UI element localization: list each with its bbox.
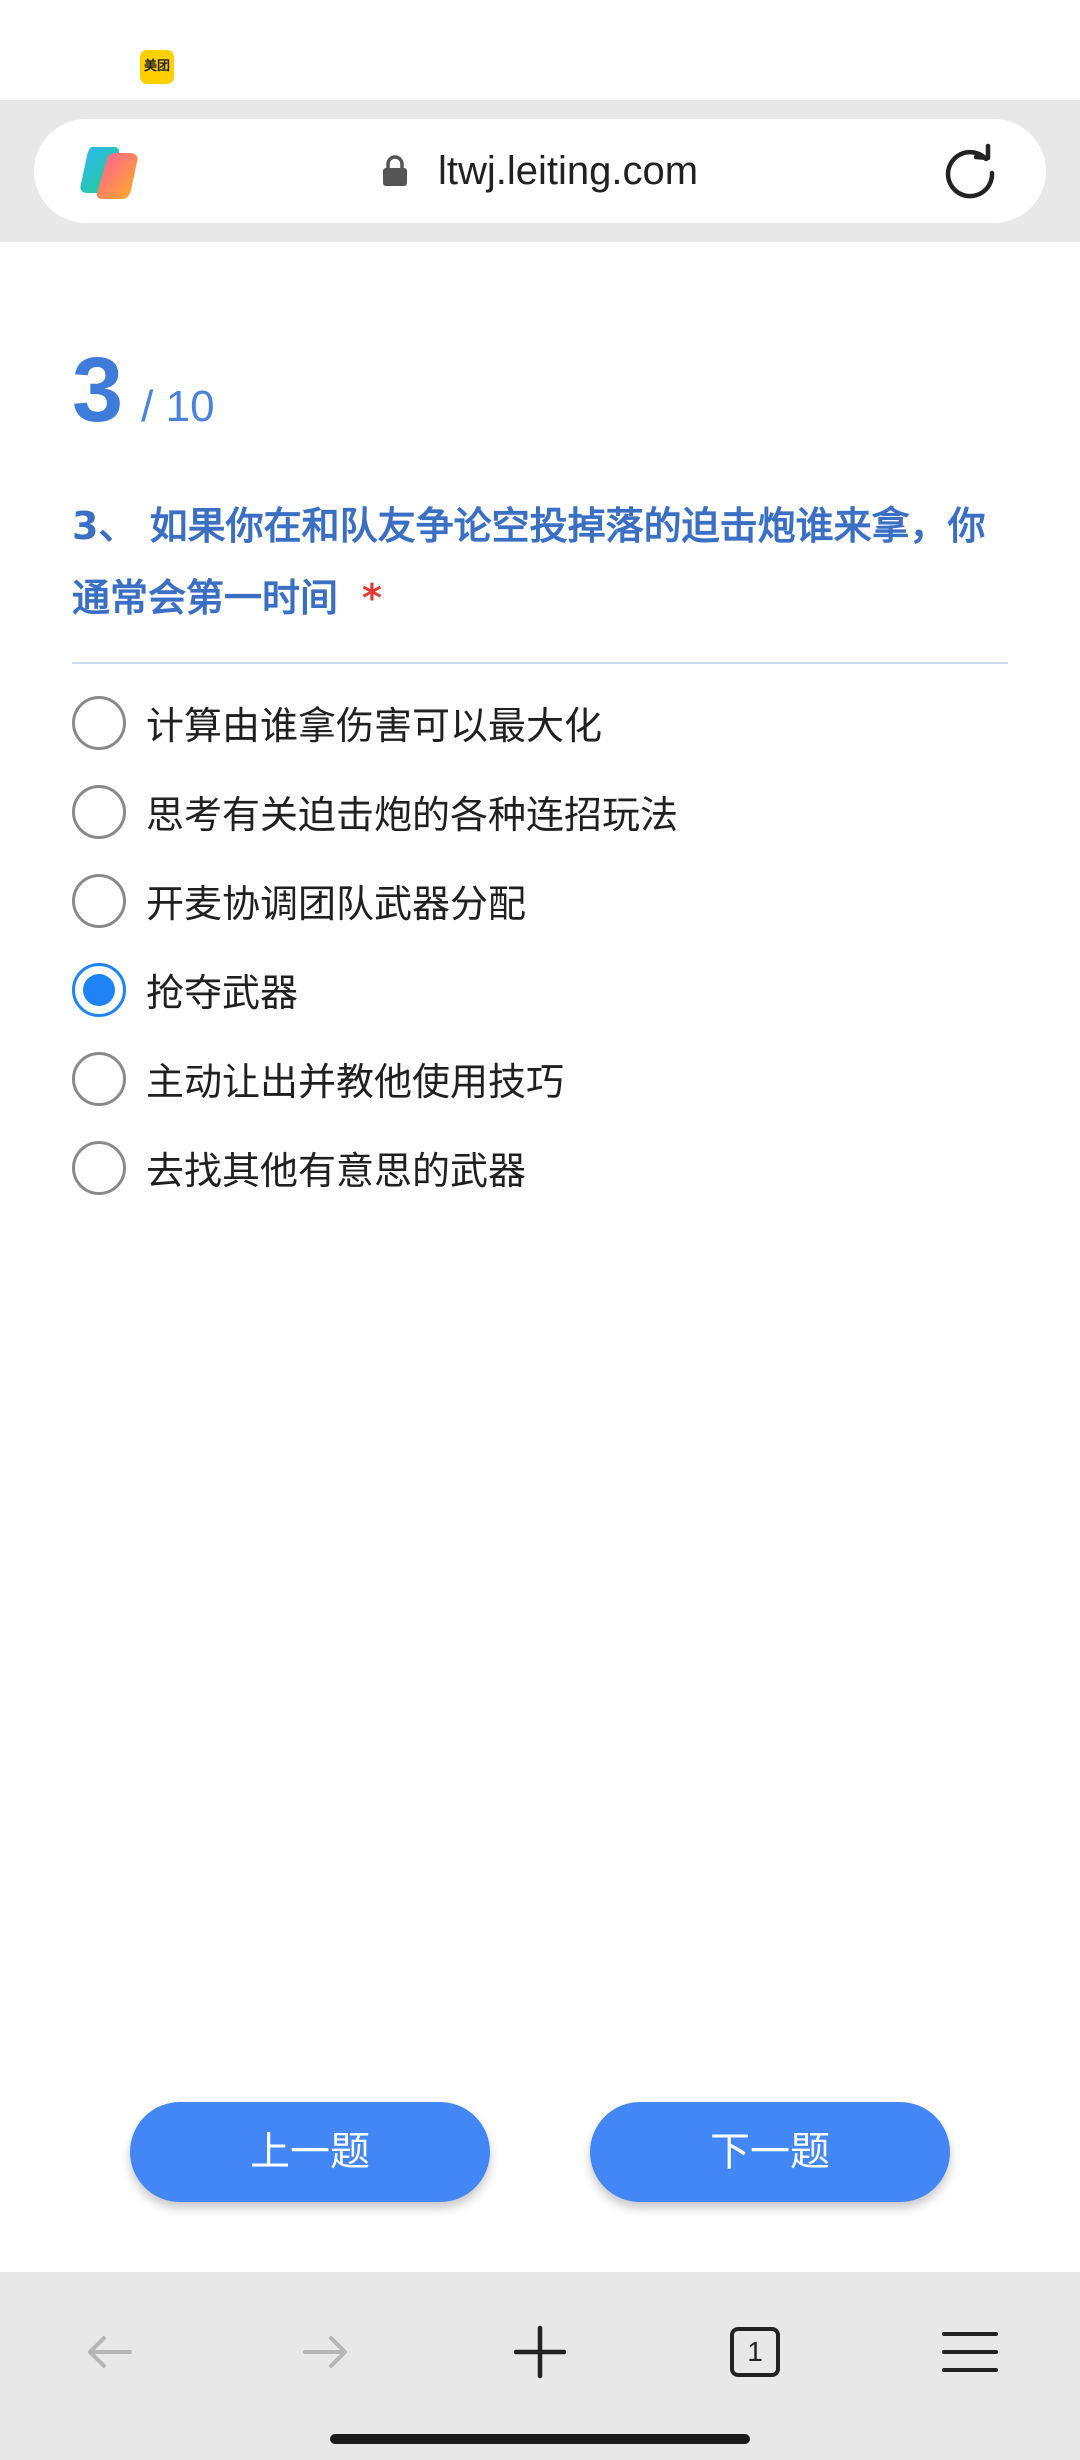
radio-button[interactable] [72,873,126,928]
option-label[interactable]: 思考有关迫击炮的各种连招玩法 [146,784,678,839]
browser-toolbar: 1 [0,2272,1080,2460]
question-progress: 3 / 10 [72,340,215,440]
lock-icon [383,155,407,186]
radio-button[interactable] [72,1140,126,1195]
url-text[interactable]: ltwj.leiting.com [438,149,698,194]
option-5[interactable]: 去找其他有意思的武器 [72,1123,1008,1212]
radio-button[interactable] [72,784,126,839]
tabs-icon[interactable]: 1 [725,2322,785,2382]
option-2[interactable]: 开麦协调团队武器分配 [72,856,1008,945]
home-indicator [330,2434,750,2444]
option-label[interactable]: 去找其他有意思的武器 [146,1140,526,1195]
question-text: 3、 如果你在和队友争论空投掉落的迫击炮谁来拿，你通常会第一时间 [72,504,986,620]
option-0[interactable]: 计算由谁拿伤害可以最大化 [72,678,1008,767]
prev-question-button[interactable]: 上一题 [130,2102,490,2202]
forward-arrow-icon[interactable] [295,2322,355,2382]
option-label[interactable]: 主动让出并教他使用技巧 [146,1051,564,1106]
new-tab-plus-icon[interactable] [510,2322,570,2382]
divider [72,662,1008,664]
browser-address-area: ltwj.leiting.com [0,100,1080,242]
status-bar: 美团 [0,0,1080,100]
url-display[interactable]: ltwj.leiting.com [382,119,698,223]
reload-icon[interactable] [942,143,998,199]
address-bar[interactable]: ltwj.leiting.com [34,119,1046,223]
option-1[interactable]: 思考有关迫击炮的各种连招玩法 [72,767,1008,856]
option-label[interactable]: 抢夺武器 [146,962,298,1017]
options-list: 计算由谁拿伤害可以最大化 思考有关迫击炮的各种连招玩法 开麦协调团队武器分配 抢… [72,678,1008,1212]
option-label[interactable]: 开麦协调团队武器分配 [146,873,526,928]
back-arrow-icon[interactable] [80,2322,140,2382]
question-title: 3、 如果你在和队友争论空投掉落的迫击炮谁来拿，你通常会第一时间 * [72,490,1012,634]
meituan-notification-icon: 美团 [140,50,174,84]
radio-button-selected[interactable] [72,962,126,1017]
option-3[interactable]: 抢夺武器 [72,945,1008,1034]
page: 美团 ltwj.leiting.com 3 / 10 3、 如果你在和队友争论空… [0,0,1080,2460]
tab-count: 1 [747,2336,763,2367]
progress-current: 3 [72,339,124,441]
copilot-logo-icon[interactable] [78,143,140,201]
option-label[interactable]: 计算由谁拿伤害可以最大化 [146,695,602,750]
radio-button[interactable] [72,695,126,750]
option-4[interactable]: 主动让出并教他使用技巧 [72,1034,1008,1123]
progress-total: / 10 [141,382,215,431]
required-mark: * [362,576,382,620]
radio-button[interactable] [72,1051,126,1106]
next-question-button[interactable]: 下一题 [590,2102,950,2202]
menu-hamburger-icon[interactable] [940,2322,1000,2382]
